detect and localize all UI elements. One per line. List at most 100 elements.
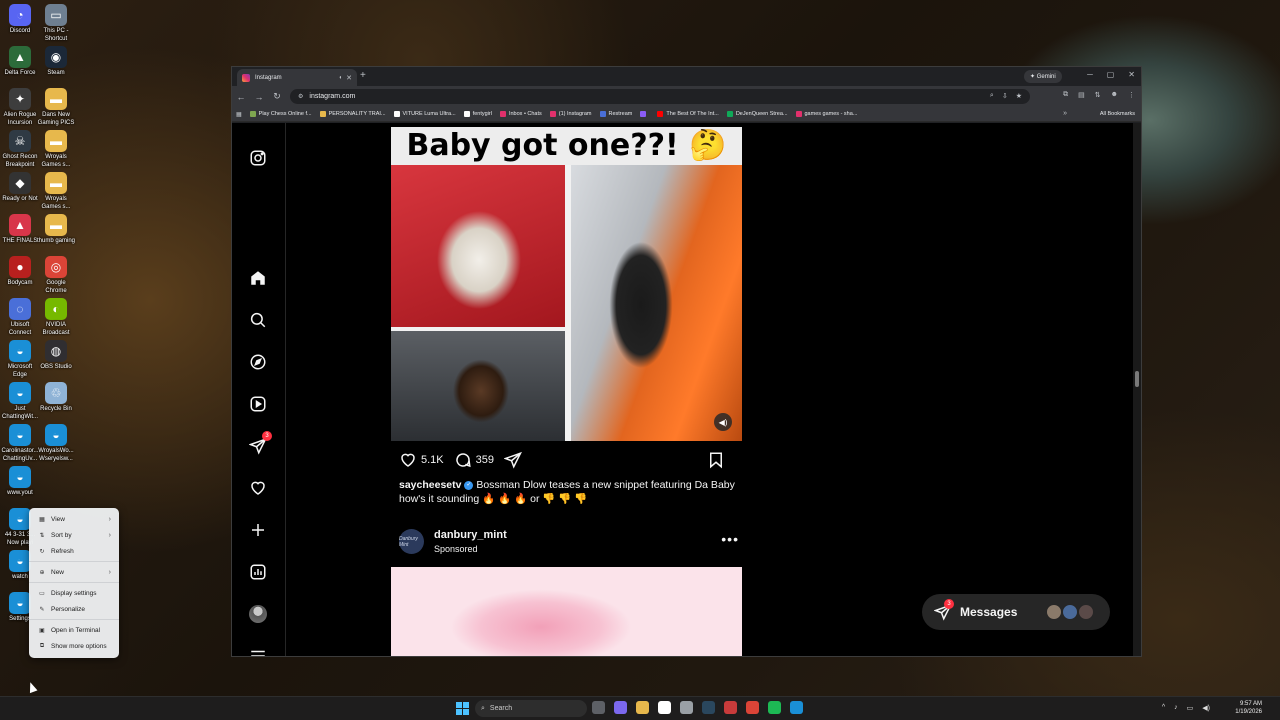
bookmark-item[interactable]: The Best Of The Int... [657,111,719,117]
forward-icon[interactable]: → [250,92,268,102]
bookmark-item[interactable] [640,111,649,117]
maximize-icon[interactable]: ▢ [1107,70,1115,79]
desktop-icon[interactable]: ◍ OBS Studio [36,340,76,372]
explore-icon[interactable] [248,352,268,372]
scroll-thumb[interactable] [1135,371,1139,387]
sponsor-avatar[interactable]: Danbury Mint [399,529,424,554]
taskbar-search[interactable]: ⌕ Search [475,700,587,717]
save-button[interactable] [707,451,725,469]
sponsor-username[interactable]: danbury_mint [434,529,507,541]
settings-icon[interactable] [680,701,693,714]
direct-messages-icon[interactable]: 3 [248,431,272,456]
zoom-icon[interactable]: ⌕ [990,92,994,100]
network-icon[interactable]: ▭ [1187,704,1194,712]
media-icon[interactable]: ▤ [1078,91,1085,99]
context-menu-item[interactable]: ✎ Personalize [29,601,119,617]
desktop-icon[interactable]: ◔ Discord [0,4,40,36]
bookmark-item[interactable]: VITURE Luma Ultra... [393,111,456,117]
bookmark-item[interactable]: fentygirl [463,111,492,117]
steam-icon[interactable] [702,701,715,714]
microphone-icon[interactable]: ♪ [1174,704,1178,712]
desktop-icon[interactable]: ◎ Google Chrome [36,256,76,295]
context-menu-item[interactable]: ↻ Refresh [29,543,119,559]
bookmarks-overflow-icon[interactable]: » [1063,110,1067,117]
spotify-icon[interactable] [768,701,781,714]
volume-icon[interactable]: ◀) [1202,704,1210,712]
more-options-icon[interactable]: ••• [721,531,739,547]
bookmark-apps-icon[interactable]: ▦ [236,111,242,118]
search-icon[interactable] [248,310,268,330]
profile-avatar[interactable] [248,604,268,624]
desktop-icon[interactable]: ☠ Ghost Recon Breakpoint [0,130,40,169]
desktop-icon[interactable]: ◐ NVIDIA Broadcast [36,298,76,337]
bookmark-item[interactable]: PERSONALITY TRAI... [319,111,386,117]
context-menu-item[interactable]: ▣ Open in Terminal [29,622,119,638]
bookmark-item[interactable]: Play Chess Online f... [249,111,312,117]
context-menu-item[interactable]: ⊕ New › [29,564,119,580]
desktop-icon[interactable]: ◌ Ubisoft Connect [0,298,40,337]
context-menu-item[interactable]: ⇅ Sort by › [29,527,119,543]
edge-icon[interactable] [790,701,803,714]
bookmark-star-icon[interactable]: ★ [1016,92,1022,100]
start-button[interactable] [456,702,469,715]
desktop-icon[interactable]: ◆ Ready or Not [0,172,40,204]
desktop-icon[interactable]: ▬ Wroyals Games s... [36,172,76,211]
close-window-icon[interactable]: ✕ [1128,70,1135,79]
tab-instagram[interactable]: Instagram ◖ ✕ [237,69,357,86]
downloads-icon[interactable]: ⇅ [1095,91,1101,99]
desktop-icon[interactable]: ◒ Carolinastor... ChattingUv... [0,424,40,463]
create-plus-icon[interactable] [248,520,268,540]
bookmark-item[interactable]: (1) Instagram [549,111,592,117]
clock[interactable]: 9:57 AM 1/19/2026 [1235,700,1262,716]
extensions-icon[interactable]: ⧉ [1063,91,1068,99]
desktop-icon[interactable]: ▬ Dans New Gaming PICS [36,88,76,127]
minimize-icon[interactable]: ─ [1087,70,1093,79]
notifications-heart-icon[interactable] [248,478,268,498]
folder-icon[interactable] [636,701,649,714]
tray-overflow-icon[interactable]: ^ [1162,704,1165,712]
desktop-icon[interactable]: ◒ WroyalsWo... Wseryelsw... [36,424,76,463]
desktop-icon[interactable]: ● Bodycam [0,256,40,288]
gemini-button[interactable]: ✦ Gemini [1024,70,1062,83]
new-tab-button[interactable]: + [360,70,366,81]
desktop-icon[interactable]: ▲ Delta Force [0,46,40,78]
bookmark-item[interactable]: Inbox • Chats [499,111,542,117]
audio-playing-icon[interactable]: ◖ [339,75,343,81]
context-menu-item[interactable]: ⧉ Show more options [29,638,119,654]
messages-button[interactable]: 3 Messages [922,594,1110,630]
close-tab-icon[interactable]: ✕ [346,74,352,82]
more-menu-icon[interactable] [248,646,268,656]
back-icon[interactable]: ← [232,92,250,102]
bookmark-item[interactable]: DeJenQueen Strea... [726,111,788,117]
instagram-logo-icon[interactable] [248,148,268,168]
home-icon[interactable] [248,268,268,288]
desktop-icon[interactable]: ◒ www.yout [0,466,40,498]
install-icon[interactable]: ⇩ [1002,92,1008,100]
comment-button[interactable]: 359 [454,451,494,469]
copilot-icon[interactable] [614,701,627,714]
dashboard-icon[interactable] [248,562,268,582]
store-icon[interactable] [658,701,671,714]
context-menu-item[interactable]: ▦ View › [29,511,119,527]
audio-toggle-icon[interactable]: ◀) [714,413,732,431]
file-explorer-icon[interactable] [592,701,605,714]
address-bar[interactable]: ⚙ instagram.com ⌕ ⇩ ★ [290,89,1030,104]
desktop-icon[interactable]: ◒ Microsoft Edge [0,340,40,379]
post-image[interactable]: Baby got one??! 🤔 ◀) [391,127,742,441]
menu-kebab-icon[interactable]: ⋮ [1128,91,1135,99]
post-username[interactable]: saycheesetv [399,479,461,491]
desktop-icon[interactable]: ▬ thumb gaming [36,214,76,246]
chrome-icon[interactable] [746,701,759,714]
sponsored-image[interactable] [391,567,742,656]
reels-icon[interactable] [248,394,268,414]
game-icon[interactable] [724,701,737,714]
site-info-icon[interactable]: ⚙ [298,93,303,100]
share-button[interactable] [504,451,522,469]
desktop-icon[interactable]: ▬ Wroyals Games s... [36,130,76,169]
desktop-icon[interactable]: ♲ Recycle Bin [36,382,76,414]
profile-icon[interactable]: ☻ [1111,91,1118,99]
bookmark-item[interactable]: Restream [599,111,632,117]
page-scrollbar[interactable] [1133,123,1141,656]
like-button[interactable]: 5.1K [399,451,444,469]
desktop-icon[interactable]: ◒ Just ChattingWit... [0,382,40,421]
